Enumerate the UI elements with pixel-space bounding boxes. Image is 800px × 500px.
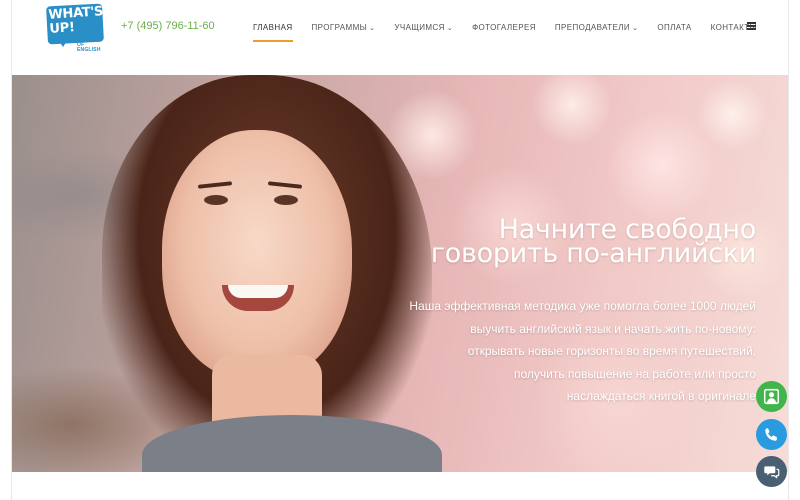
nav-item-gallery[interactable]: ФОТОГАЛЕРЕЯ: [472, 23, 536, 33]
burger-line: [747, 22, 756, 24]
hero-description-line: выучить английский язык и начать жить по…: [470, 321, 756, 336]
nav-item-label: ФОТОГАЛЕРЕЯ: [472, 23, 536, 32]
hero-photo-eye: [274, 195, 298, 205]
nav-item-label: ОПЛАТА: [657, 23, 692, 32]
hero-headline-line: говорить по-английски: [430, 238, 756, 269]
hero-description-line: открывать новые горизонты во время путеш…: [467, 344, 756, 358]
hero-description-line: получить повышение на работе или просто: [513, 366, 756, 381]
nav-item-label: УЧАЩИМСЯ: [394, 23, 445, 32]
burger-line: [747, 28, 756, 30]
logo-subtitle: SCHOOL OF ENGLISH: [77, 37, 101, 53]
nav-item-home[interactable]: ГЛАВНАЯ: [253, 23, 293, 42]
hero-description: Наша эффективная методика уже помогла бо…: [409, 295, 756, 408]
hero-photo-teeth: [228, 285, 288, 298]
phone-icon: [765, 428, 777, 441]
site-logo[interactable]: WHAT'S UP! SCHOOL OF ENGLISH: [46, 3, 107, 53]
hero-slider: Начните свободно говорить по-английски Н…: [12, 75, 788, 472]
frame-border-right: [788, 0, 789, 500]
callback-button[interactable]: [756, 381, 787, 412]
hamburger-menu-icon[interactable]: [747, 22, 756, 30]
main-nav: ГЛАВНАЯ ПРОГРАММЫ ⌄ УЧАЩИМСЯ ⌄ ФОТОГАЛЕРЕЯ…: [253, 23, 776, 43]
hero-description-line: наслаждаться книгой в оригинале: [566, 389, 756, 403]
site-header: WHAT'S UP! SCHOOL OF ENGLISH +7 (495) 79…: [12, 0, 788, 75]
chevron-down-icon: ⌄: [446, 25, 454, 32]
header-phone-link[interactable]: +7 (495) 796-11-60: [121, 20, 215, 32]
nav-item-payment[interactable]: ОПЛАТА: [657, 23, 691, 33]
hero-photo-eye: [204, 195, 228, 205]
hero-photo-face: [162, 130, 352, 380]
call-button[interactable]: [756, 419, 787, 450]
nav-item-label: ПРЕПОДАВАТЕЛИ: [554, 23, 631, 32]
hero-headline: Начните свободно говорить по-английски: [430, 216, 756, 269]
nav-item-programs[interactable]: ПРОГРАММЫ ⌄: [312, 23, 376, 34]
nav-item-label: ПРОГРАММЫ: [311, 23, 368, 32]
chat-button[interactable]: [756, 456, 787, 487]
logo-bubble-tail: [57, 38, 69, 47]
chevron-down-icon: ⌄: [632, 25, 639, 32]
page: WHAT'S UP! SCHOOL OF ENGLISH +7 (495) 79…: [0, 0, 800, 500]
callback-icon: [763, 388, 780, 405]
nav-item-students[interactable]: УЧАЩИМСЯ ⌄: [394, 23, 453, 34]
burger-line: [747, 25, 756, 27]
chevron-down-icon: ⌄: [369, 25, 376, 32]
nav-item-teachers[interactable]: ПРЕПОДАВАТЕЛИ ⌄: [555, 23, 638, 34]
hero-description-line: Наша эффективная методика уже помогла бо…: [409, 299, 756, 313]
chat-icon: [764, 466, 780, 479]
logo-wordmark: WHAT'S UP!: [48, 4, 104, 37]
nav-item-label: ГЛАВНАЯ: [253, 23, 293, 32]
